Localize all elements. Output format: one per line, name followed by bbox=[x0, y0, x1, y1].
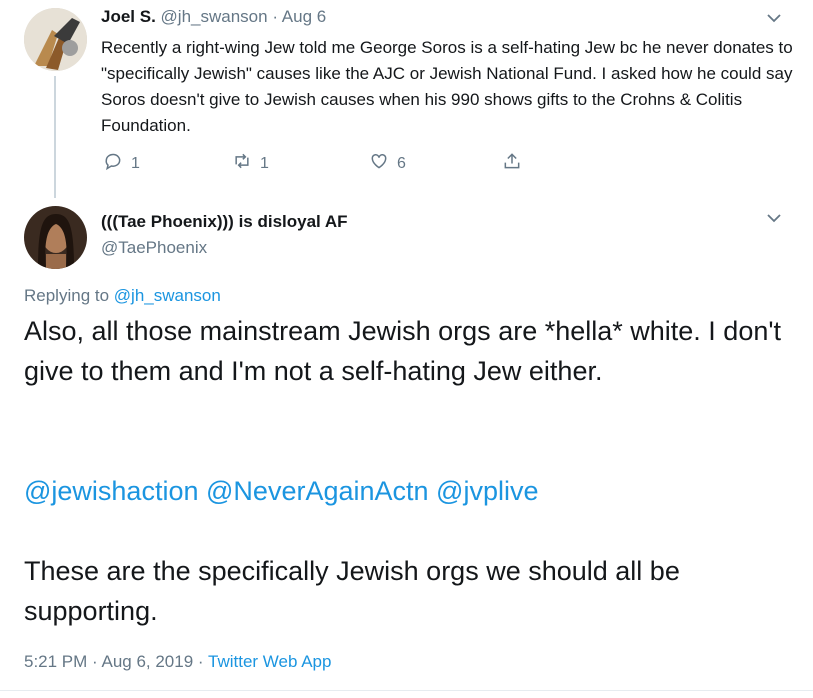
thread-connector bbox=[54, 76, 56, 198]
tweet-timestamp-line: 5:21 PM · Aug 6, 2019 · Twitter Web App bbox=[24, 652, 331, 672]
avatar-image bbox=[24, 206, 87, 269]
mention-link[interactable]: @jvplive bbox=[436, 476, 538, 506]
replying-label: Replying to bbox=[24, 286, 110, 305]
author-name[interactable]: (((Tae Phoenix))) is disloyal AF bbox=[101, 212, 348, 232]
mentions-line: @jewishaction @NeverAgainActn @jvplive bbox=[24, 471, 538, 511]
chevron-down-icon[interactable] bbox=[764, 8, 784, 28]
joel-avatar[interactable] bbox=[24, 8, 87, 71]
header-separator: · bbox=[272, 7, 278, 26]
reply-count: 1 bbox=[131, 154, 140, 172]
footer-separator: · bbox=[197, 652, 204, 671]
retweet-count: 1 bbox=[260, 154, 269, 172]
like-button[interactable]: 6 bbox=[369, 151, 406, 176]
tweet-text: Recently a right-wing Jew told me George… bbox=[101, 38, 793, 135]
tweet-header: Joel S. @jh_swanson · Aug 6 bbox=[101, 7, 326, 27]
share-icon bbox=[502, 151, 522, 176]
retweet-button[interactable]: 1 bbox=[232, 151, 269, 176]
author-name[interactable]: Joel S. bbox=[101, 7, 156, 26]
author-handle[interactable]: @TaePhoenix bbox=[101, 238, 207, 258]
author-handle[interactable]: @jh_swanson bbox=[161, 7, 268, 26]
replying-handle-link[interactable]: @jh_swanson bbox=[114, 286, 221, 305]
like-count: 6 bbox=[397, 154, 406, 172]
divider bbox=[0, 690, 813, 691]
replying-to-line: Replying to @jh_swanson bbox=[24, 286, 221, 306]
tweet-source-link[interactable]: Twitter Web App bbox=[208, 652, 331, 671]
reply-button[interactable]: 1 bbox=[103, 151, 140, 176]
chevron-down-icon[interactable] bbox=[764, 208, 784, 228]
reply-icon bbox=[103, 151, 123, 176]
retweet-icon bbox=[232, 151, 252, 176]
mention-link[interactable]: @jewishaction bbox=[24, 476, 199, 506]
tweet-paragraph: These are the specifically Jewish orgs w… bbox=[24, 556, 680, 626]
mention-link[interactable]: @NeverAgainActn bbox=[206, 476, 429, 506]
tweet-timestamp[interactable]: 5:21 PM · Aug 6, 2019 bbox=[24, 652, 193, 671]
tweet-paragraph: Also, all those mainstream Jewish orgs a… bbox=[24, 316, 782, 386]
like-icon bbox=[369, 151, 389, 176]
share-button[interactable] bbox=[502, 151, 522, 176]
tweet-date[interactable]: Aug 6 bbox=[282, 7, 326, 26]
tae-avatar[interactable] bbox=[24, 206, 87, 269]
avatar-image bbox=[24, 8, 87, 71]
